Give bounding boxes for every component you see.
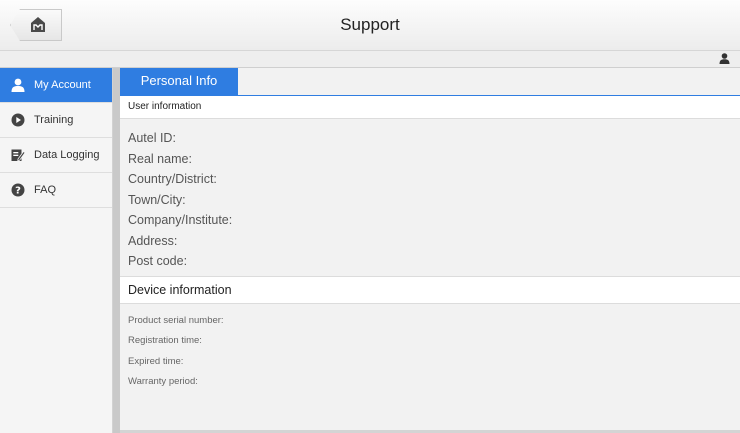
field-real-name: Real name: xyxy=(128,151,192,166)
sidebar-item-label: FAQ xyxy=(34,184,57,196)
device-information-header: Device information xyxy=(120,276,740,304)
panel-divider xyxy=(113,68,120,433)
user-information-fields: Autel ID: Real name: Country/District: T… xyxy=(128,128,232,272)
user-information-header: User information xyxy=(120,96,740,119)
help-circle-icon: ? xyxy=(11,183,25,197)
main-panel: Personal Info User information Autel ID:… xyxy=(120,68,740,433)
sidebar: My Account Training Data Logging ? FAQ xyxy=(0,68,113,433)
field-product-serial-number: Product serial number: xyxy=(128,315,224,326)
edit-note-icon xyxy=(11,149,25,162)
play-circle-icon xyxy=(11,113,25,127)
sidebar-item-label: My Account xyxy=(34,79,91,91)
sidebar-item-faq[interactable]: ? FAQ xyxy=(0,173,112,208)
title-bar: Support xyxy=(0,0,740,51)
field-town-city: Town/City: xyxy=(128,192,186,207)
field-warranty-period: Warranty period: xyxy=(128,375,198,387)
device-information-fields: Product serial number: Registration time… xyxy=(128,311,224,392)
page-title: Support xyxy=(340,15,400,34)
sidebar-item-label: Data Logging xyxy=(34,149,100,161)
sidebar-item-training[interactable]: Training xyxy=(0,103,112,138)
field-autel-id: Autel ID: xyxy=(128,131,176,145)
field-company-institute: Company/Institute: xyxy=(128,213,233,227)
svg-text:?: ? xyxy=(15,186,21,197)
user-icon[interactable] xyxy=(719,53,730,64)
sidebar-item-label: Training xyxy=(34,114,74,126)
user-icon xyxy=(11,78,25,92)
field-address: Address: xyxy=(128,233,178,248)
tab-personal-info[interactable]: Personal Info xyxy=(120,68,238,95)
field-expired-time: Expired time: xyxy=(128,355,184,367)
sidebar-item-data-logging[interactable]: Data Logging xyxy=(0,138,112,173)
sidebar-item-my-account[interactable]: My Account xyxy=(0,68,112,103)
field-registration-time: Registration time: xyxy=(128,335,202,347)
section-title: Device information xyxy=(128,283,232,297)
user-strip xyxy=(0,51,740,68)
field-country-district: Country/District: xyxy=(128,172,217,186)
tab-bar: Personal Info xyxy=(120,68,740,96)
section-title: User information xyxy=(128,101,202,112)
field-post-code: Post code: xyxy=(128,254,188,268)
